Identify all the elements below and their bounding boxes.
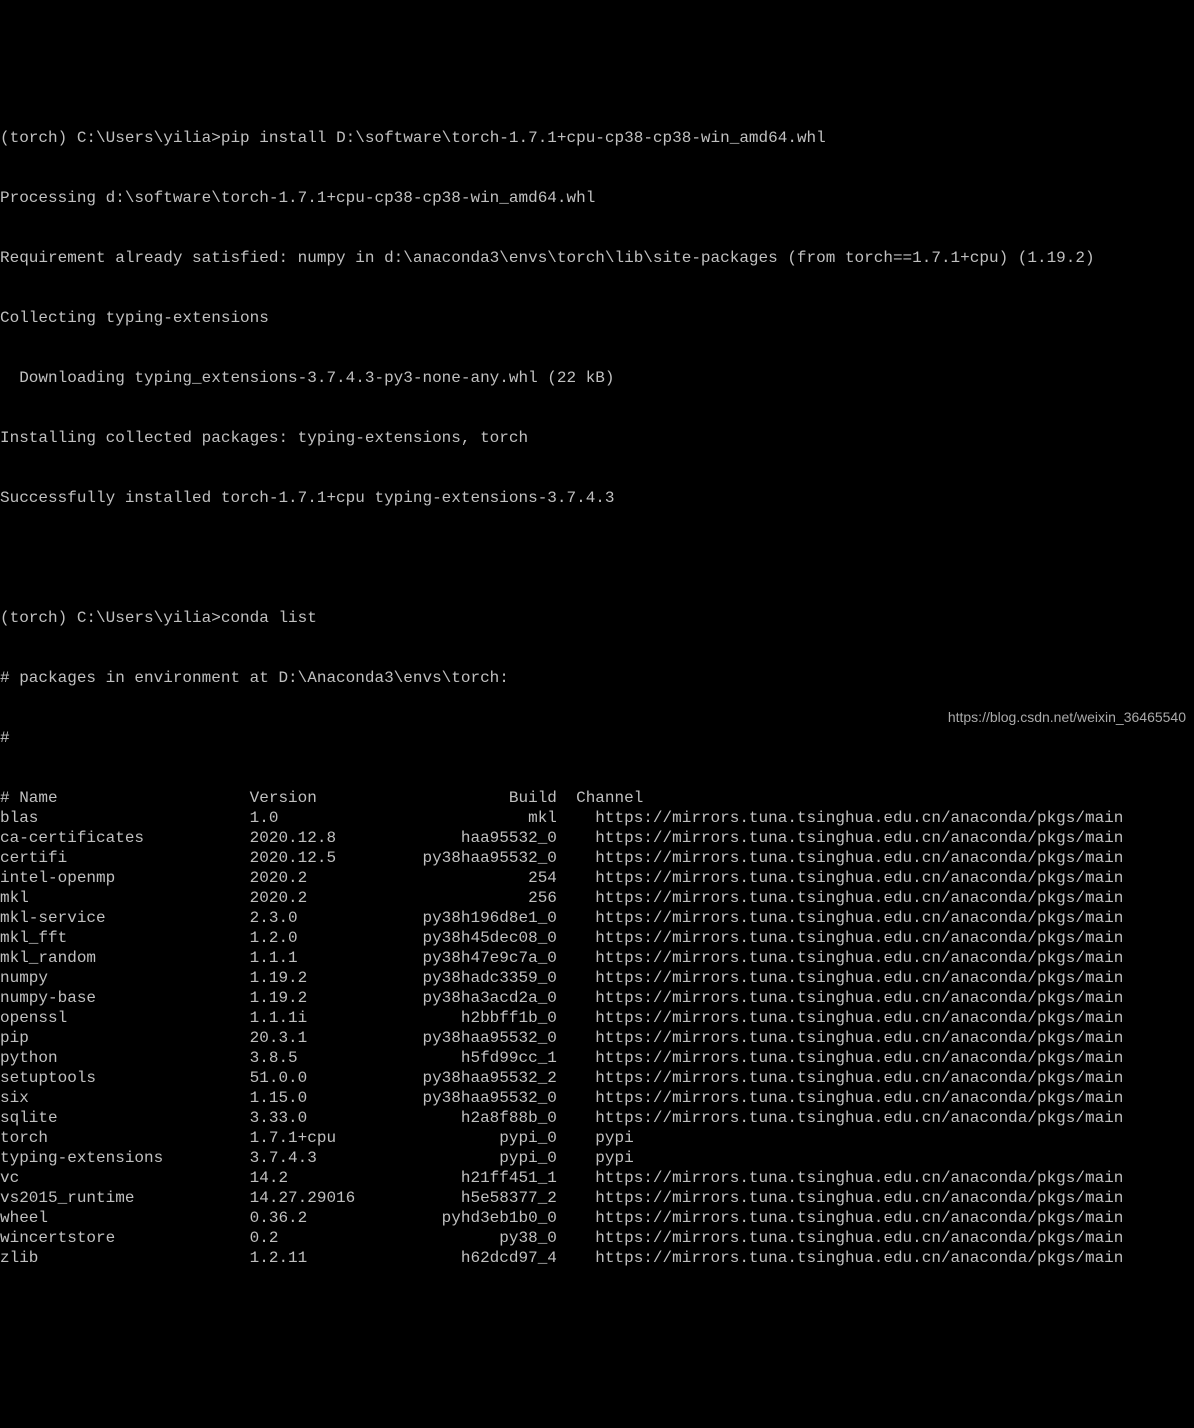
terminal-window[interactable]: (torch) C:\Users\yilia>pip install D:\so… <box>0 88 1194 1288</box>
terminal-line: Successfully installed torch-1.7.1+cpu t… <box>0 488 1194 508</box>
watermark-text: https://blog.csdn.net/weixin_36465540 <box>948 707 1186 727</box>
package-table: # Name Version Build Channel blas 1.0 mk… <box>0 788 1194 1268</box>
terminal-line: # packages in environment at D:\Anaconda… <box>0 668 1194 688</box>
command-text: pip install D:\software\torch-1.7.1+cpu-… <box>221 129 826 147</box>
terminal-line: Requirement already satisfied: numpy in … <box>0 248 1194 268</box>
terminal-line <box>0 548 1194 568</box>
terminal-line: Downloading typing_extensions-3.7.4.3-py… <box>0 368 1194 388</box>
prompt: (torch) C:\Users\yilia> <box>0 609 221 627</box>
terminal-line: Installing collected packages: typing-ex… <box>0 428 1194 448</box>
terminal-line: # <box>0 728 1194 748</box>
terminal-line: Processing d:\software\torch-1.7.1+cpu-c… <box>0 188 1194 208</box>
command-text: conda list <box>221 609 317 627</box>
terminal-line: (torch) C:\Users\yilia>conda list <box>0 608 1194 628</box>
terminal-line: Collecting typing-extensions <box>0 308 1194 328</box>
terminal-line: (torch) C:\Users\yilia>pip install D:\so… <box>0 128 1194 148</box>
prompt: (torch) C:\Users\yilia> <box>0 129 221 147</box>
